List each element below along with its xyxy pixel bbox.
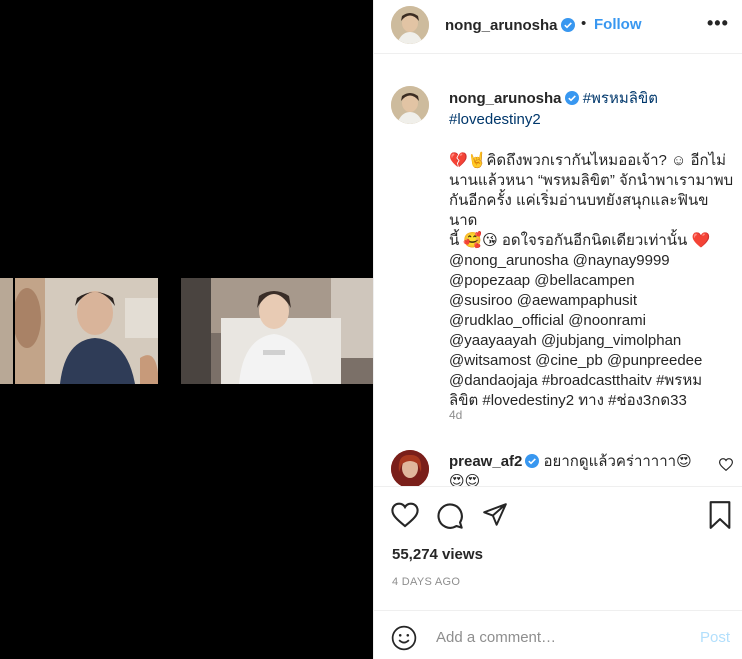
caption-line: กันอีกครั้ง แค่เริ่มอ่านบทยังสนุกและฟินข… xyxy=(449,192,709,229)
author-username[interactable]: nong_arunosha xyxy=(445,17,575,34)
mention-link[interactable]: @jubjang_vimolphan xyxy=(541,332,681,349)
mention-line: @rudklao_official @noonrami xyxy=(449,311,734,331)
verified-badge-icon xyxy=(560,18,575,32)
commenter-username[interactable]: preaw_af2 xyxy=(449,453,522,470)
caption-line: นี้ 🥰😘 อดใจรอกันอีกนิดเดียวเท่านั้น ❤️ xyxy=(449,232,711,249)
comment-like-heart-icon[interactable] xyxy=(718,458,734,474)
comment-bubble-icon[interactable] xyxy=(436,502,464,533)
post-dialog: nong_arunosha • Follow ••• nong_arunosha xyxy=(0,0,742,659)
mention-line: @witsamost @cine_pb @punpreedee xyxy=(449,351,734,371)
more-options-icon[interactable]: ••• xyxy=(707,13,729,34)
caption-username[interactable]: nong_arunosha xyxy=(449,90,562,107)
video-edge-fragment xyxy=(0,278,13,384)
mention-link[interactable]: @nong_arunosha xyxy=(449,252,569,269)
bookmark-icon[interactable] xyxy=(708,501,732,532)
hashtag-link[interactable]: #พรหม xyxy=(656,372,702,389)
post-comment-button[interactable]: Post xyxy=(700,629,730,646)
hashtag-link[interactable]: #lovedestiny2 xyxy=(449,111,541,128)
mention-link[interactable]: @bellacampen xyxy=(534,272,634,289)
hashtag-link-continued[interactable]: ลิขิต xyxy=(449,392,478,409)
action-bar xyxy=(374,486,742,546)
comments-list[interactable]: nong_arunosha #พรหมลิขิต #lovedestiny2 💔… xyxy=(374,62,742,486)
mention-link[interactable]: @punpreedee xyxy=(607,352,702,369)
post-video[interactable] xyxy=(0,0,373,659)
commenter-avatar[interactable] xyxy=(391,450,429,486)
mention-line: @popezaap @bellacampen xyxy=(449,271,734,291)
mention-link[interactable]: @noonrami xyxy=(568,312,646,329)
caption-last-line: ลิขิต #lovedestiny2 ทาง #ช่อง3กด33 xyxy=(449,391,734,411)
mention-link[interactable]: @dandaojaja xyxy=(449,372,538,389)
caption-line: 💔🤘คิดถึงพวกเรากันไหมออเจ้า? ☺ อีกไม่ xyxy=(449,152,727,169)
header-separator-dot: • xyxy=(581,15,587,32)
add-comment-bar: Post xyxy=(374,610,742,659)
mention-link[interactable]: @aewampaphusit xyxy=(517,292,637,309)
mention-link[interactable]: @susiroo xyxy=(449,292,513,309)
mention-line: @yaayaayah @jubjang_vimolphan xyxy=(449,331,734,351)
mention-link[interactable]: @cine_pb xyxy=(535,352,603,369)
video-call-tile-left xyxy=(15,278,158,384)
paper-plane-icon[interactable] xyxy=(482,502,508,531)
author-username-text[interactable]: nong_arunosha xyxy=(445,17,558,34)
comment-input[interactable] xyxy=(436,626,686,648)
caption-word: ทาง xyxy=(578,392,604,409)
post-date[interactable]: 4 DAYS AGO xyxy=(392,576,460,588)
caption-body: 💔🤘คิดถึงพวกเรากันไหมออเจ้า? ☺ อีกไม่ นาน… xyxy=(449,151,734,411)
caption-line: นานแล้วหนา “พรหมลิขิต” จักนำพาเรามาพบ xyxy=(449,172,734,189)
heart-icon[interactable] xyxy=(391,502,419,531)
video-call-tile-right xyxy=(181,278,373,384)
mention-link[interactable]: @popezaap xyxy=(449,272,530,289)
comment-text: preaw_af2 อยากดูแล้วคร่าาาาา😍 😍😍 xyxy=(449,452,719,486)
mention-line: @susiroo @aewampaphusit xyxy=(449,291,734,311)
author-avatar[interactable] xyxy=(391,6,429,44)
post-side-panel: nong_arunosha • Follow ••• nong_arunosha xyxy=(373,0,742,659)
hashtag-link[interactable]: #ช่อง3กด33 xyxy=(608,392,687,409)
mention-line: @dandaojaja #broadcastthaitv #พรหม xyxy=(449,371,734,391)
view-count[interactable]: 55,274 views xyxy=(392,546,483,563)
mention-line: @nong_arunosha @naynay9999 xyxy=(449,251,734,271)
verified-badge-icon xyxy=(564,91,579,105)
smiley-icon[interactable] xyxy=(391,625,417,654)
hashtag-link[interactable]: #broadcastthaitv xyxy=(542,372,652,389)
caption-timestamp[interactable]: 4d xyxy=(449,408,462,422)
caption-header-text: nong_arunosha #พรหมลิขิต #lovedestiny2 xyxy=(449,89,734,130)
comment-body: อยากดูแล้วคร่าาาาา😍 xyxy=(543,453,692,470)
hashtag-link[interactable]: #พรหมลิขิต xyxy=(583,90,658,107)
hashtag-link[interactable]: #lovedestiny2 xyxy=(482,392,574,409)
mention-link[interactable]: @yaayaayah xyxy=(449,332,537,349)
follow-button[interactable]: Follow xyxy=(594,16,642,33)
comment-body-continued: 😍😍 xyxy=(449,473,481,486)
caption-author-avatar[interactable] xyxy=(391,86,429,124)
verified-badge-icon xyxy=(525,454,540,468)
mention-link[interactable]: @naynay9999 xyxy=(573,252,670,269)
mention-link[interactable]: @rudklao_official xyxy=(449,312,564,329)
mention-link[interactable]: @witsamost xyxy=(449,352,531,369)
post-header: nong_arunosha • Follow ••• xyxy=(374,0,742,54)
